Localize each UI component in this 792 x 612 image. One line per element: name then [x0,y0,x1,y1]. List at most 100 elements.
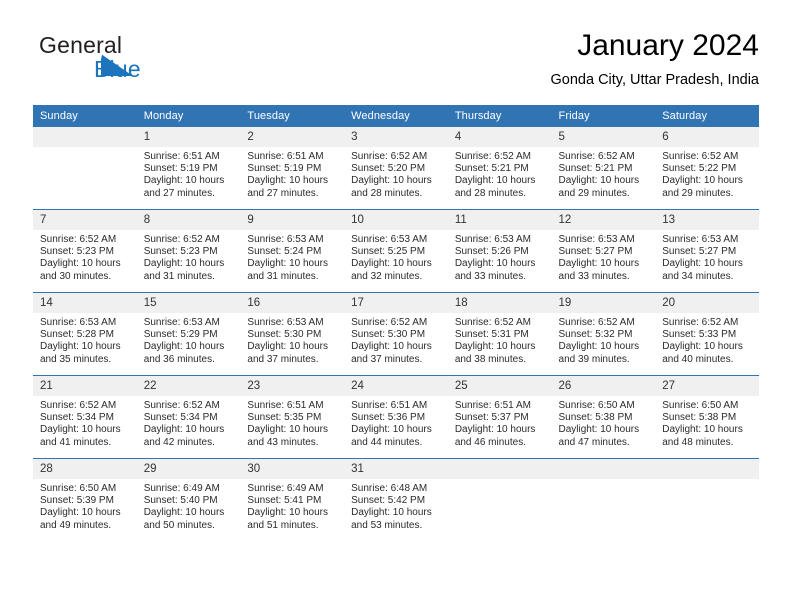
calendar-day-cell[interactable]: 2 Sunrise: 6:51 AM Sunset: 5:19 PM Daylight… [240,127,345,210]
calendar-day-cell[interactable]: 15 Sunrise: 6:53 AM Sunset: 5:29 PM Dayligh… [136,292,241,376]
day-daylight-line2-text: and 34 minutes. [662,270,734,282]
day-sun-info: Sunrise: 6:50 AM Sunset: 5:38 PM Daylight:… [655,396,759,458]
calendar-day-cell[interactable]: 5 Sunrise: 6:52 AM Sunset: 5:21 PM Daylight… [551,127,656,210]
general-blue-logo[interactable]: General Blue [39,32,239,90]
day-sunset-text: Sunset: 5:32 PM [558,329,633,341]
calendar-day-cell[interactable]: 29 Sunrise: 6:49 AM Sunset: 5:40 PM Dayligh… [136,458,241,541]
calendar-day-cell[interactable]: 4 Sunrise: 6:52 AM Sunset: 5:21 PM Daylight… [447,127,552,210]
day-daylight-line1-text: Daylight: 10 hours [40,341,121,353]
calendar-day-cell[interactable]: 22 Sunrise: 6:52 AM Sunset: 5:34 PM Dayligh… [136,375,241,459]
day-sunset-text: Sunset: 5:28 PM [40,329,114,341]
day-daylight-line2-text: and 28 minutes. [454,187,526,199]
day-daylight-line2-text: and 29 minutes. [662,187,734,199]
calendar-day-cell[interactable]: 14 Sunrise: 6:53 AM Sunset: 5:28 PM Dayligh… [33,292,137,376]
day-daylight-line2-text: and 37 minutes. [247,353,319,365]
calendar-week-row: 7 Sunrise: 6:52 AM Sunset: 5:23 PM Daylight… [33,209,759,293]
calendar-day-cell[interactable]: 26 Sunrise: 6:50 AM Sunset: 5:38 PM Dayligh… [551,375,656,459]
calendar-day-cell[interactable]: 9 Sunrise: 6:53 AM Sunset: 5:24 PM Daylight… [240,209,345,293]
day-sunrise-text: Sunrise: 6:52 AM [351,317,428,328]
calendar-day-cell[interactable]: 31 Sunrise: 6:48 AM Sunset: 5:42 PM Dayligh… [344,458,448,541]
day-sunset-text: Sunset: 5:38 PM [662,412,737,424]
day-number: 22 [136,376,241,396]
day-sunset-text: Sunset: 5:35 PM [247,412,322,424]
day-daylight-line1-text: Daylight: 10 hours [247,424,329,436]
day-sunset-text: Sunset: 5:23 PM [143,246,218,258]
calendar-day-cell[interactable]: 12 Sunrise: 6:53 AM Sunset: 5:27 PM Dayligh… [551,209,656,293]
day-number: 8 [136,210,241,230]
day-sunrise-text: Sunrise: 6:51 AM [454,400,531,411]
day-sunrise-text: Sunrise: 6:52 AM [662,151,739,162]
day-number: 27 [655,376,759,396]
day-sunrise-text: Sunrise: 6:53 AM [40,317,117,328]
calendar-day-cell[interactable]: 30 Sunrise: 6:49 AM Sunset: 5:41 PM Dayligh… [240,458,345,541]
calendar-day-cell[interactable]: 23 Sunrise: 6:51 AM Sunset: 5:35 PM Dayligh… [240,375,345,459]
calendar-week-row: 28 Sunrise: 6:50 AM Sunset: 5:39 PM Dayligh… [33,458,759,541]
day-daylight-line2-text: and 44 minutes. [351,436,423,448]
day-daylight-line1-text: Daylight: 10 hours [454,341,536,353]
day-sunset-text: Sunset: 5:25 PM [351,246,426,258]
calendar-day-cell[interactable]: 25 Sunrise: 6:51 AM Sunset: 5:37 PM Dayligh… [447,375,552,459]
calendar-week-row: 14 Sunrise: 6:53 AM Sunset: 5:28 PM Dayligh… [33,292,759,376]
day-sun-info: Sunrise: 6:49 AM Sunset: 5:41 PM Daylight:… [240,479,344,541]
calendar-day-cell[interactable]: 13 Sunrise: 6:53 AM Sunset: 5:27 PM Dayligh… [655,209,759,293]
calendar-day-cell[interactable]: 16 Sunrise: 6:53 AM Sunset: 5:30 PM Dayligh… [240,292,345,376]
calendar-day-cell[interactable]: 27 Sunrise: 6:50 AM Sunset: 5:38 PM Dayligh… [655,375,759,459]
calendar-day-cell[interactable]: 1 Sunrise: 6:51 AM Sunset: 5:19 PM Daylight… [136,127,241,210]
day-daylight-line1-text: Daylight: 10 hours [662,175,743,187]
day-daylight-line1-text: Daylight: 10 hours [351,258,432,270]
day-number: 18 [447,293,552,313]
day-sunset-text: Sunset: 5:30 PM [351,329,426,341]
calendar-day-cell[interactable]: 10 Sunrise: 6:53 AM Sunset: 5:25 PM Dayligh… [344,209,448,293]
day-sunset-text: Sunset: 5:40 PM [143,495,218,507]
calendar-day-cell[interactable]: 7 Sunrise: 6:52 AM Sunset: 5:23 PM Daylight… [33,209,137,293]
calendar-day-cell[interactable]: 20 Sunrise: 6:52 AM Sunset: 5:33 PM Dayligh… [655,292,759,376]
day-sunrise-text: Sunrise: 6:49 AM [143,483,220,494]
calendar-day-cell[interactable]: 8 Sunrise: 6:52 AM Sunset: 5:23 PM Daylight… [136,209,241,293]
day-sunset-text: Sunset: 5:30 PM [247,329,322,341]
calendar-day-cell[interactable]: 18 Sunrise: 6:52 AM Sunset: 5:31 PM Dayligh… [447,292,552,376]
calendar-day-cell[interactable]: 19 Sunrise: 6:52 AM Sunset: 5:32 PM Dayligh… [551,292,656,376]
day-sunrise-text: Sunrise: 6:52 AM [558,317,635,328]
calendar-day-cell-empty [551,458,656,541]
calendar-day-cell[interactable]: 24 Sunrise: 6:51 AM Sunset: 5:36 PM Dayligh… [344,375,448,459]
calendar-day-cell[interactable]: 28 Sunrise: 6:50 AM Sunset: 5:39 PM Dayligh… [33,458,137,541]
day-sunrise-text: Sunrise: 6:51 AM [351,400,428,411]
day-daylight-line2-text: and 29 minutes. [558,187,630,199]
day-number: 30 [240,459,345,479]
day-number: 9 [240,210,345,230]
day-sunset-text: Sunset: 5:27 PM [558,246,633,258]
day-sunset-text: Sunset: 5:22 PM [662,163,737,175]
calendar-day-cell-empty [655,458,759,541]
day-sun-info: Sunrise: 6:53 AM Sunset: 5:30 PM Daylight:… [240,313,344,375]
day-sunset-text: Sunset: 5:26 PM [454,246,529,258]
weekday-header-friday: Friday [551,105,656,127]
day-number: 6 [655,127,759,147]
day-number: 21 [33,376,137,396]
day-sunset-text: Sunset: 5:42 PM [351,495,426,507]
day-number [447,459,552,479]
day-number [655,459,759,479]
day-sun-info: Sunrise: 6:53 AM Sunset: 5:27 PM Daylight:… [655,230,759,292]
day-sun-info: Sunrise: 6:51 AM Sunset: 5:37 PM Daylight:… [448,396,552,458]
day-sun-info: Sunrise: 6:52 AM Sunset: 5:30 PM Daylight:… [344,313,448,375]
day-sunset-text: Sunset: 5:19 PM [247,163,322,175]
day-sun-info: Sunrise: 6:52 AM Sunset: 5:20 PM Daylight:… [344,147,448,209]
day-daylight-line2-text: and 48 minutes. [662,436,734,448]
day-sunset-text: Sunset: 5:34 PM [143,412,218,424]
day-number: 19 [551,293,656,313]
day-sunset-text: Sunset: 5:24 PM [247,246,322,258]
day-daylight-line2-text: and 47 minutes. [558,436,630,448]
day-sunset-text: Sunset: 5:19 PM [143,163,218,175]
calendar-day-cell[interactable]: 11 Sunrise: 6:53 AM Sunset: 5:26 PM Dayligh… [447,209,552,293]
day-number: 16 [240,293,345,313]
day-sunset-text: Sunset: 5:21 PM [558,163,633,175]
day-number: 7 [33,210,137,230]
day-sunset-text: Sunset: 5:37 PM [454,412,529,424]
day-sunrise-text: Sunrise: 6:52 AM [454,317,531,328]
calendar-day-cell[interactable]: 6 Sunrise: 6:52 AM Sunset: 5:22 PM Daylight… [655,127,759,210]
calendar-day-cell[interactable]: 3 Sunrise: 6:52 AM Sunset: 5:20 PM Daylight… [344,127,448,210]
calendar-day-cell[interactable]: 21 Sunrise: 6:52 AM Sunset: 5:34 PM Dayligh… [33,375,137,459]
day-number: 26 [551,376,656,396]
calendar-day-cell[interactable]: 17 Sunrise: 6:52 AM Sunset: 5:30 PM Dayligh… [344,292,448,376]
day-daylight-line2-text: and 27 minutes. [143,187,215,199]
